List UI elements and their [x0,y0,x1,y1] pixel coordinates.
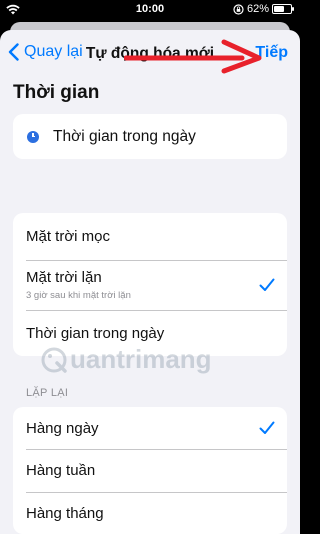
time-options-list: Mặt trời mọc Mặt trời lặn 3 giờ sau khi … [13,213,287,356]
time-of-day-label: Thời gian trong ngày [53,127,196,145]
status-bar: 10:00 62% [0,0,300,20]
navigation-bar: Quay lại Tự động hóa mới Tiếp [0,30,300,78]
time-of-day-card[interactable]: Thời gian trong ngày [13,114,287,159]
option-time-of-day[interactable]: Thời gian trong ngày [13,310,287,356]
annotation-arrow-icon [124,39,262,74]
battery-icon [272,4,294,14]
option-subtitle: 3 giờ sau khi mặt trời lặn [26,290,131,301]
screen-lock-icon [233,3,244,15]
option-sunset[interactable]: Mặt trời lặn 3 giờ sau khi mặt trời lặn [13,260,287,310]
repeat-monthly[interactable]: Hàng tháng [13,492,287,534]
automation-sheet: Quay lại Tự động hóa mới Tiếp Thời gian … [0,30,300,534]
battery-percent: 62% [246,3,269,15]
section-title: Thời gian [13,82,100,103]
option-label: Mặt trời mọc [26,228,111,245]
repeat-section-header: LẶP LẠI [26,387,69,399]
clock-icon [27,130,39,143]
repeat-label: Hàng ngày [26,419,99,437]
option-label: Thời gian trong ngày [26,324,165,342]
repeat-weekly[interactable]: Hàng tuần [13,449,287,492]
checkmark-icon [259,421,275,434]
repeat-label: Hàng tháng [26,504,104,522]
repeat-daily[interactable]: Hàng ngày [13,407,287,449]
option-sunrise[interactable]: Mặt trời mọc [13,213,287,260]
option-label: Mặt trời lặn [26,269,102,286]
repeat-label: Hàng tuần [26,462,96,479]
repeat-list: Hàng ngày Hàng tuần Hàng tháng [13,407,287,534]
checkmark-icon [259,278,275,291]
